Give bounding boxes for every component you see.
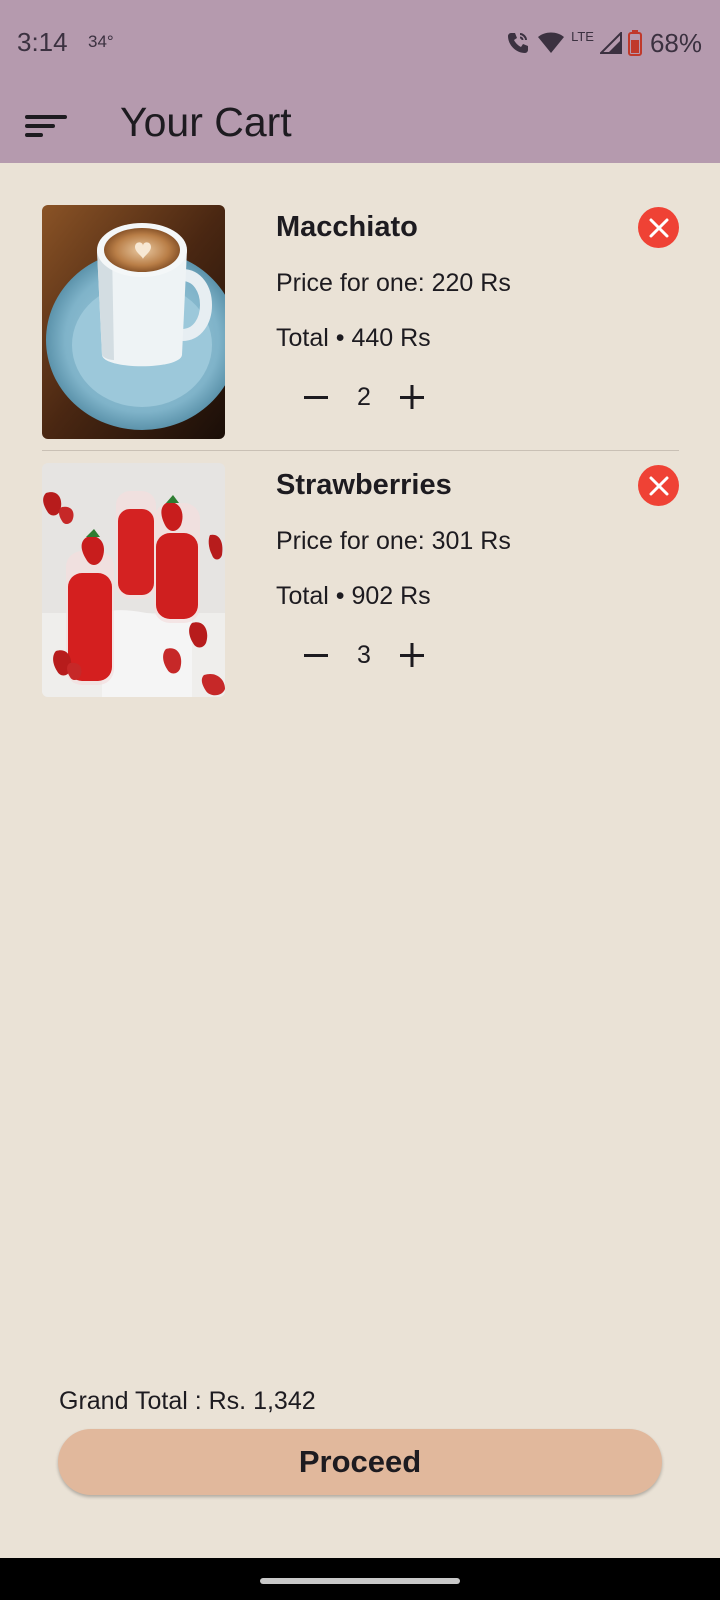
status-temperature: 34°	[88, 32, 114, 51]
quantity-value: 3	[357, 640, 371, 669]
item-name: Macchiato	[276, 211, 418, 243]
close-icon	[649, 476, 668, 495]
quantity-stepper: 3	[294, 633, 434, 677]
close-icon	[649, 218, 668, 237]
toolbar: Your Cart	[0, 86, 720, 163]
strawberry-juice-photo	[42, 463, 225, 697]
item-total: Total • 440 Rs	[276, 324, 431, 352]
battery-percent: 68%	[649, 27, 702, 58]
item-unit-price: Price for one: 220 Rs	[276, 269, 511, 297]
cart-item: Strawberries Price for one: 301 Rs Total…	[42, 463, 679, 698]
signal-icon	[599, 32, 622, 54]
item-name: Strawberries	[276, 469, 452, 501]
minus-icon	[304, 654, 328, 657]
status-time: 3:14	[17, 27, 68, 57]
plus-icon	[400, 385, 424, 409]
item-total: Total • 902 Rs	[276, 582, 431, 610]
app-bar: 3:14 34° LTE 68% Your Cart	[0, 0, 720, 163]
item-unit-price: Price for one: 301 Rs	[276, 527, 511, 555]
cart-item: Macchiato Price for one: 220 Rs Total • …	[42, 205, 679, 440]
status-bar: 3:14 34° LTE 68%	[0, 0, 720, 86]
quantity-stepper: 2	[294, 375, 434, 419]
remove-item-button[interactable]	[638, 207, 679, 248]
increase-quantity-button[interactable]	[390, 375, 434, 419]
minus-icon	[304, 396, 328, 399]
page-title: Your Cart	[120, 99, 292, 145]
grand-total: Grand Total : Rs. 1,342	[59, 1387, 316, 1415]
wifi-call-icon	[508, 33, 529, 53]
wifi-icon	[538, 32, 565, 53]
proceed-button[interactable]: Proceed	[58, 1429, 662, 1495]
cart-list: Macchiato Price for one: 220 Rs Total • …	[42, 205, 679, 698]
plus-icon	[400, 643, 424, 667]
system-navigation-bar	[0, 1558, 720, 1600]
decrease-quantity-button[interactable]	[294, 633, 338, 677]
home-gesture-handle[interactable]	[260, 1578, 460, 1584]
network-type: LTE	[571, 28, 594, 44]
increase-quantity-button[interactable]	[390, 633, 434, 677]
macchiato-photo	[42, 205, 225, 439]
status-icons: LTE 68%	[505, 26, 702, 60]
decrease-quantity-button[interactable]	[294, 375, 338, 419]
sort-menu-icon[interactable]	[18, 100, 74, 148]
battery-icon	[627, 30, 642, 56]
quantity-value: 2	[357, 382, 371, 411]
remove-item-button[interactable]	[638, 465, 679, 506]
item-divider	[42, 450, 679, 451]
